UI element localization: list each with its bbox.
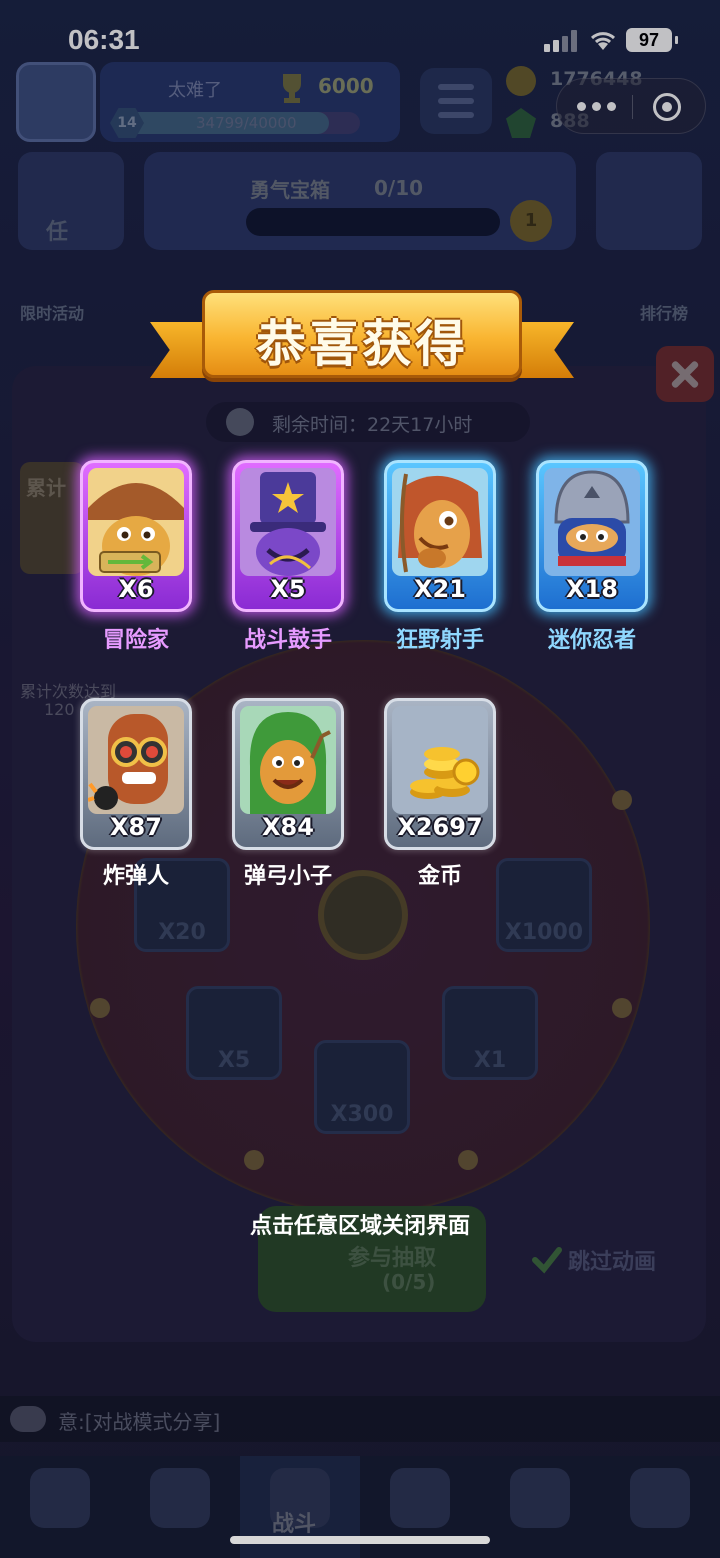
- title-ribbon: 恭喜获得: [150, 286, 574, 392]
- bomber-portrait-icon: [88, 706, 184, 814]
- reward-quantity: X18: [566, 575, 618, 603]
- reward-card-slingshot-kid: X84: [232, 698, 344, 850]
- reward-quantity: X2697: [397, 813, 483, 841]
- reward-card-wild-archer: X21: [384, 460, 496, 612]
- tap-to-close-hint: 点击任意区域关闭界面: [249, 1214, 470, 1239]
- reward-quantity: X21: [414, 575, 466, 603]
- mini-ninja-portrait-icon: [544, 468, 640, 576]
- wild-archer-portrait-icon: [392, 468, 488, 576]
- reward-name: 狂野射手: [395, 628, 484, 653]
- popup-title: 恭喜获得: [256, 315, 468, 373]
- home-indicator[interactable]: [230, 1536, 490, 1544]
- drummer-portrait-icon: [240, 468, 336, 576]
- reward-card-adventurer: X6: [80, 460, 192, 612]
- reward-quantity: X6: [118, 575, 154, 603]
- reward-name: 金币: [417, 864, 462, 889]
- reward-name: 战斗鼓手: [243, 628, 332, 653]
- reward-name: 迷你忍者: [547, 628, 636, 653]
- reward-card-bomber: X87: [80, 698, 192, 850]
- reward-card-gold-coins: X2697: [384, 698, 496, 850]
- reward-quantity: X87: [110, 813, 162, 841]
- adventurer-portrait-icon: [88, 468, 184, 576]
- reward-name: 冒险家: [102, 628, 169, 653]
- gold-coins-icon: [392, 706, 488, 814]
- reward-name: 炸弹人: [102, 864, 169, 889]
- reward-card-mini-ninja: X18: [536, 460, 648, 612]
- slingshot-kid-portrait-icon: [240, 706, 336, 814]
- reward-card-drummer: X5: [232, 460, 344, 612]
- reward-quantity: X5: [270, 575, 306, 603]
- reward-name: 弹弓小子: [243, 864, 332, 889]
- reward-quantity: X84: [262, 813, 314, 841]
